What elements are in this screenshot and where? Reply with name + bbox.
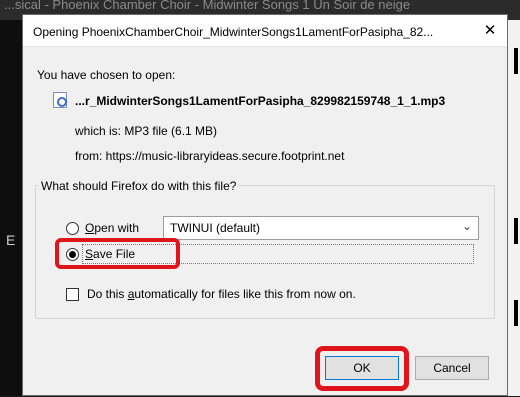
chosen-label: You have chosen to open:: [37, 68, 176, 82]
dialog-titlebar[interactable]: Opening PhoenixChamberChoir_MidwinterSon…: [23, 15, 507, 47]
save-file-highlight: [55, 238, 180, 269]
open-with-select[interactable]: TWINUI (default) ⌄: [163, 216, 479, 240]
auto-label-rest: utomatically for files like this from no…: [134, 287, 356, 301]
file-type: which is: MP3 file (6.1 MB): [75, 124, 218, 138]
auto-checkbox[interactable]: [66, 288, 79, 301]
background-glyph: E: [6, 232, 16, 248]
open-with-radio[interactable]: [66, 222, 79, 235]
open-with-label-rest: pen with: [94, 221, 140, 235]
auto-checkbox-label[interactable]: Do this automatically for files like thi…: [87, 287, 356, 301]
file-name: ...r_MidwinterSongs1LamentForPasipha_829…: [75, 94, 446, 108]
dialog-content: You have chosen to open: ...r_MidwinterS…: [23, 48, 507, 397]
background-mark: [514, 48, 518, 74]
background-right-strip: [506, 20, 520, 396]
background-mark: [514, 300, 518, 326]
chevron-down-icon[interactable]: ⌄: [462, 219, 472, 233]
open-with-selected: TWINUI (default): [170, 221, 261, 235]
download-dialog: Opening PhoenixChamberChoir_MidwinterSon…: [22, 14, 508, 396]
background-mark: [514, 218, 518, 244]
ok-button-highlight: [315, 346, 409, 391]
auto-label-prefix: Do this: [87, 287, 128, 301]
audio-file-icon: [53, 92, 67, 108]
close-icon[interactable]: ✕: [479, 21, 501, 41]
open-with-label[interactable]: Open with: [85, 221, 139, 235]
action-group-label: What should Firefox do with this file?: [39, 179, 239, 193]
background-left-strip: E: [0, 20, 22, 396]
cancel-button[interactable]: Cancel: [415, 356, 489, 380]
file-source: from: https://music-libraryideas.secure.…: [75, 149, 345, 163]
open-with-accel: O: [85, 221, 95, 235]
dialog-title: Opening PhoenixChamberChoir_MidwinterSon…: [33, 25, 434, 39]
